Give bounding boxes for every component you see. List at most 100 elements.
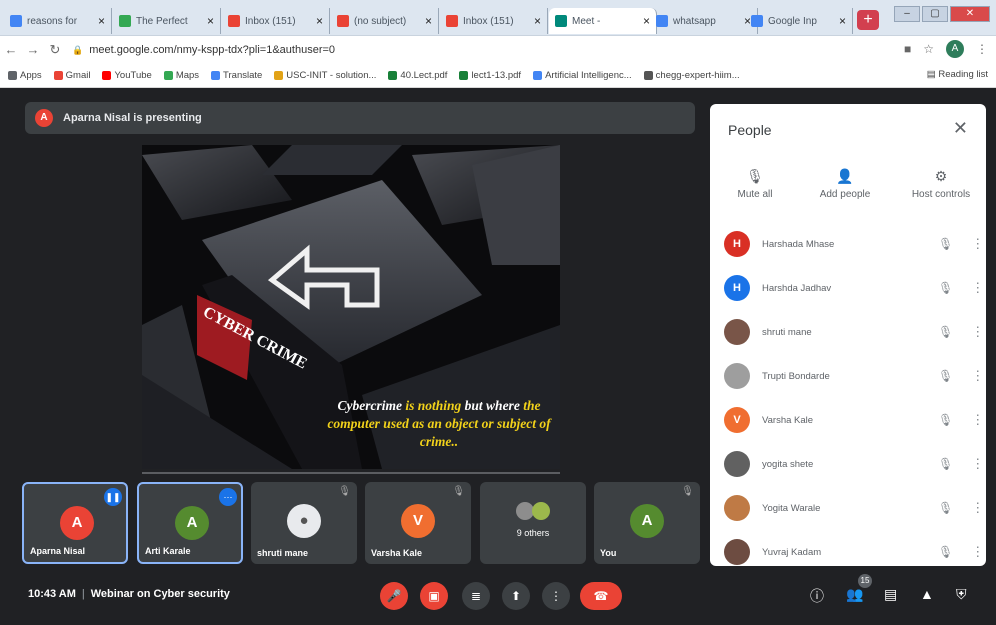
add-person-icon: 👤 [836, 168, 854, 184]
participant-tile[interactable]: ● shruti mane 🎙 [251, 482, 357, 564]
person-row[interactable]: Yuvraj Kadam 🎙 ⋮ [710, 530, 986, 574]
browser-tab[interactable]: The Perfect × [113, 8, 221, 34]
browser-tab-strip: reasons for × The Perfect × Inbox (151) × (no … [0, 0, 996, 36]
camera-off-button[interactable]: ▣ [420, 582, 448, 610]
bookmark-item[interactable]: lect1-13.pdf [459, 70, 521, 81]
mic-off-icon[interactable]: 🎙 [938, 457, 953, 471]
bookmark-item[interactable]: Translate [211, 70, 262, 81]
browser-tab[interactable]: Inbox (151) × [440, 8, 548, 34]
browser-tab[interactable]: Google Inp × [745, 8, 853, 34]
participant-tile[interactable]: A Arti Karale ⋯ [137, 482, 243, 564]
reload-icon[interactable]: ↻ [44, 42, 66, 58]
close-tab-icon[interactable]: × [98, 14, 105, 28]
close-tab-icon[interactable]: × [425, 14, 432, 28]
menu-dots-icon[interactable]: ⋮ [976, 42, 988, 56]
people-icon[interactable]: 👥 [846, 586, 863, 603]
participant-tile[interactable]: V Varsha Kale 🎙 [365, 482, 471, 564]
mic-off-button[interactable]: 🎤 [380, 582, 408, 610]
bookmark-item[interactable]: chegg-expert-hiim... [643, 69, 740, 81]
mic-off-icon[interactable]: 🎙 [938, 237, 953, 251]
captions-button[interactable]: ≣ [462, 582, 490, 610]
more-vert-icon[interactable]: ⋮ [971, 280, 984, 296]
mic-off-icon[interactable]: 🎙 [938, 369, 953, 383]
tab-title: Google Inp [768, 15, 817, 27]
maximize-button[interactable]: ▢ [922, 6, 948, 22]
more-vert-icon[interactable]: ⋮ [971, 544, 984, 560]
present-button[interactable]: ⬆ [502, 582, 530, 610]
bookmark-item[interactable]: USC-INIT - solution... [274, 70, 376, 81]
bookmark-item[interactable]: Artificial Intelligenc... [533, 70, 632, 81]
mute-all-button[interactable]: 🎙 Mute all [710, 168, 800, 200]
more-vert-icon[interactable]: ⋮ [971, 368, 984, 384]
back-arrow-icon[interactable]: ← [0, 42, 22, 57]
reading-list-button[interactable]: ▤ Reading list [927, 69, 988, 80]
others-label: 9 others [516, 528, 550, 538]
mic-off-icon[interactable]: 🎙 [938, 413, 953, 427]
person-row[interactable]: H Harshda Jadhav 🎙 ⋮ [710, 266, 986, 310]
participant-tile[interactable]: A Aparna Nisal ❚❚ [22, 482, 128, 564]
person-row[interactable]: H Harshada Mhase 🎙 ⋮ [710, 222, 986, 266]
browser-tab[interactable]: whatsapp × [650, 8, 758, 34]
bookmark-item[interactable]: Maps [163, 70, 199, 81]
bookmark-item[interactable]: Gmail [53, 70, 90, 81]
close-tab-icon[interactable]: × [643, 14, 650, 28]
more-vert-icon[interactable]: ⋮ [971, 236, 984, 252]
info-icon[interactable]: ⓘ [810, 586, 824, 606]
more-vert-icon[interactable]: ⋮ [971, 500, 984, 516]
mic-off-icon[interactable]: 🎙 [938, 501, 953, 515]
new-tab-button[interactable]: + [857, 10, 879, 30]
meeting-info: 10:43 AM | Webinar on Cyber security [28, 588, 230, 600]
bookmark-item[interactable]: Apps [8, 70, 42, 81]
participant-avatar: A [630, 504, 664, 538]
more-vert-icon[interactable]: ⋮ [971, 412, 984, 428]
camera-icon[interactable]: ■ [904, 42, 911, 56]
person-row[interactable]: yogita shete 🎙 ⋮ [710, 442, 986, 486]
close-window-button[interactable]: ✕ [950, 6, 990, 22]
more-vert-icon[interactable]: ⋮ [971, 324, 984, 340]
tab-title: The Perfect [136, 15, 188, 27]
mic-off-icon[interactable]: 🎙 [938, 281, 953, 295]
mic-off-icon[interactable]: 🎙 [938, 545, 953, 559]
bookmark-label: lect1-13.pdf [471, 69, 522, 81]
browser-tab[interactable]: reasons for × [4, 8, 112, 34]
close-tab-icon[interactable]: × [534, 14, 541, 28]
person-row[interactable]: Trupti Bondarde 🎙 ⋮ [710, 354, 986, 398]
participant-avatar: A [175, 506, 209, 540]
browser-tab[interactable]: Meet - × [549, 8, 657, 34]
end-call-button[interactable]: ☎ [580, 582, 622, 610]
host-controls-button[interactable]: ⚙ Host controls [896, 168, 986, 200]
more-options-button[interactable]: ⋮ [542, 582, 570, 610]
person-avatar: V [724, 407, 750, 433]
person-row[interactable]: shruti mane 🎙 ⋮ [710, 310, 986, 354]
chat-icon[interactable]: ▤ [884, 586, 897, 603]
bookmark-item[interactable]: 40.Lect.pdf [388, 70, 447, 81]
participant-count-badge: 15 [858, 574, 872, 588]
person-row[interactable]: Yogita Warale 🎙 ⋮ [710, 486, 986, 530]
close-icon[interactable]: ✕ [953, 118, 968, 139]
close-tab-icon[interactable]: × [207, 14, 214, 28]
participant-tile[interactable]: 9 others [480, 482, 586, 564]
close-tab-icon[interactable]: × [839, 14, 846, 28]
browser-tab[interactable]: Inbox (151) × [222, 8, 330, 34]
forward-arrow-icon[interactable]: → [22, 42, 44, 57]
bookmark-label: chegg-expert-hiim... [655, 69, 740, 81]
browser-tab[interactable]: (no subject) × [331, 8, 439, 34]
bookmark-item[interactable]: YouTube [102, 70, 152, 81]
person-row[interactable]: V Varsha Kale 🎙 ⋮ [710, 398, 986, 442]
person-name: Harshda Jadhav [762, 282, 832, 294]
host-controls-icon[interactable]: ⛨ [956, 586, 967, 603]
star-icon[interactable]: ☆ [923, 42, 934, 56]
close-tab-icon[interactable]: × [316, 14, 323, 28]
minimize-button[interactable]: – [894, 6, 920, 22]
profile-avatar[interactable]: A [946, 40, 964, 58]
more-vert-icon[interactable]: ⋮ [971, 456, 984, 472]
participant-tile[interactable]: A You 🎙 [594, 482, 700, 564]
person-avatar [724, 539, 750, 565]
add-people-button[interactable]: 👤 Add people [800, 168, 890, 200]
more-options-icon[interactable]: ⋯ [219, 488, 237, 506]
mic-off-icon[interactable]: 🎙 [938, 325, 953, 339]
activities-icon[interactable]: ▲ [920, 586, 934, 602]
clock-time: 10:43 AM [28, 588, 76, 600]
person-avatar [724, 495, 750, 521]
url-field[interactable]: 🔒 meet.google.com/nmy-kspp-tdx?pli=1&auth… [72, 44, 335, 56]
